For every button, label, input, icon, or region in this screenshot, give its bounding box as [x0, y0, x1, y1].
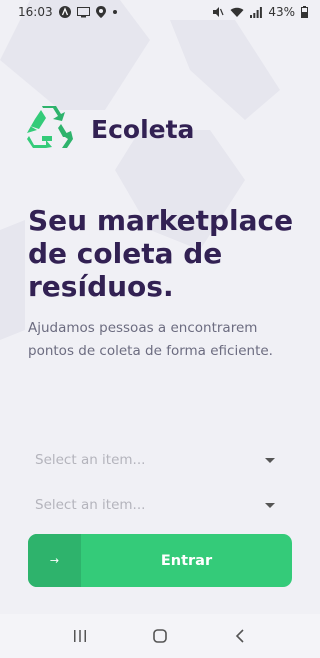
- enter-button[interactable]: → Entrar: [28, 534, 292, 587]
- chevron-down-icon: [265, 457, 275, 463]
- mute-icon: [212, 6, 224, 18]
- logo-text: Ecoleta: [91, 114, 195, 144]
- battery-icon: [301, 6, 308, 18]
- home-icon[interactable]: [140, 620, 180, 652]
- recent-apps-icon[interactable]: [60, 620, 100, 652]
- chevron-down-icon: [265, 502, 275, 508]
- dot-icon: [112, 9, 118, 15]
- state-select[interactable]: Select an item...: [28, 441, 291, 479]
- state-select-placeholder: Select an item...: [35, 452, 146, 468]
- page-title: Seu marketplace de coleta de resíduos.: [28, 204, 294, 303]
- city-select[interactable]: Select an item...: [28, 486, 291, 524]
- app-a-icon: [58, 6, 71, 18]
- enter-button-label: Entrar: [160, 552, 213, 569]
- location-pin-icon: [95, 6, 106, 18]
- status-bar-left: 16:03: [18, 5, 118, 19]
- signal-icon: [250, 6, 263, 18]
- status-bar: 16:03 43%: [0, 0, 320, 24]
- status-bar-right: 43%: [212, 5, 308, 19]
- city-select-placeholder: Select an item...: [35, 497, 146, 513]
- status-time: 16:03: [18, 5, 53, 19]
- page-subtitle: Ajudamos pessoas a encontrarem pontos de…: [28, 320, 273, 359]
- back-icon[interactable]: [220, 620, 260, 652]
- wifi-icon: [230, 7, 244, 18]
- recycle-icon: [27, 106, 73, 152]
- system-nav-bar: [0, 614, 320, 658]
- arrow-right-icon: →: [28, 534, 81, 587]
- screen-cast-icon: [76, 6, 90, 18]
- app-logo: Ecoleta: [27, 106, 194, 152]
- battery-percent: 43%: [268, 5, 295, 19]
